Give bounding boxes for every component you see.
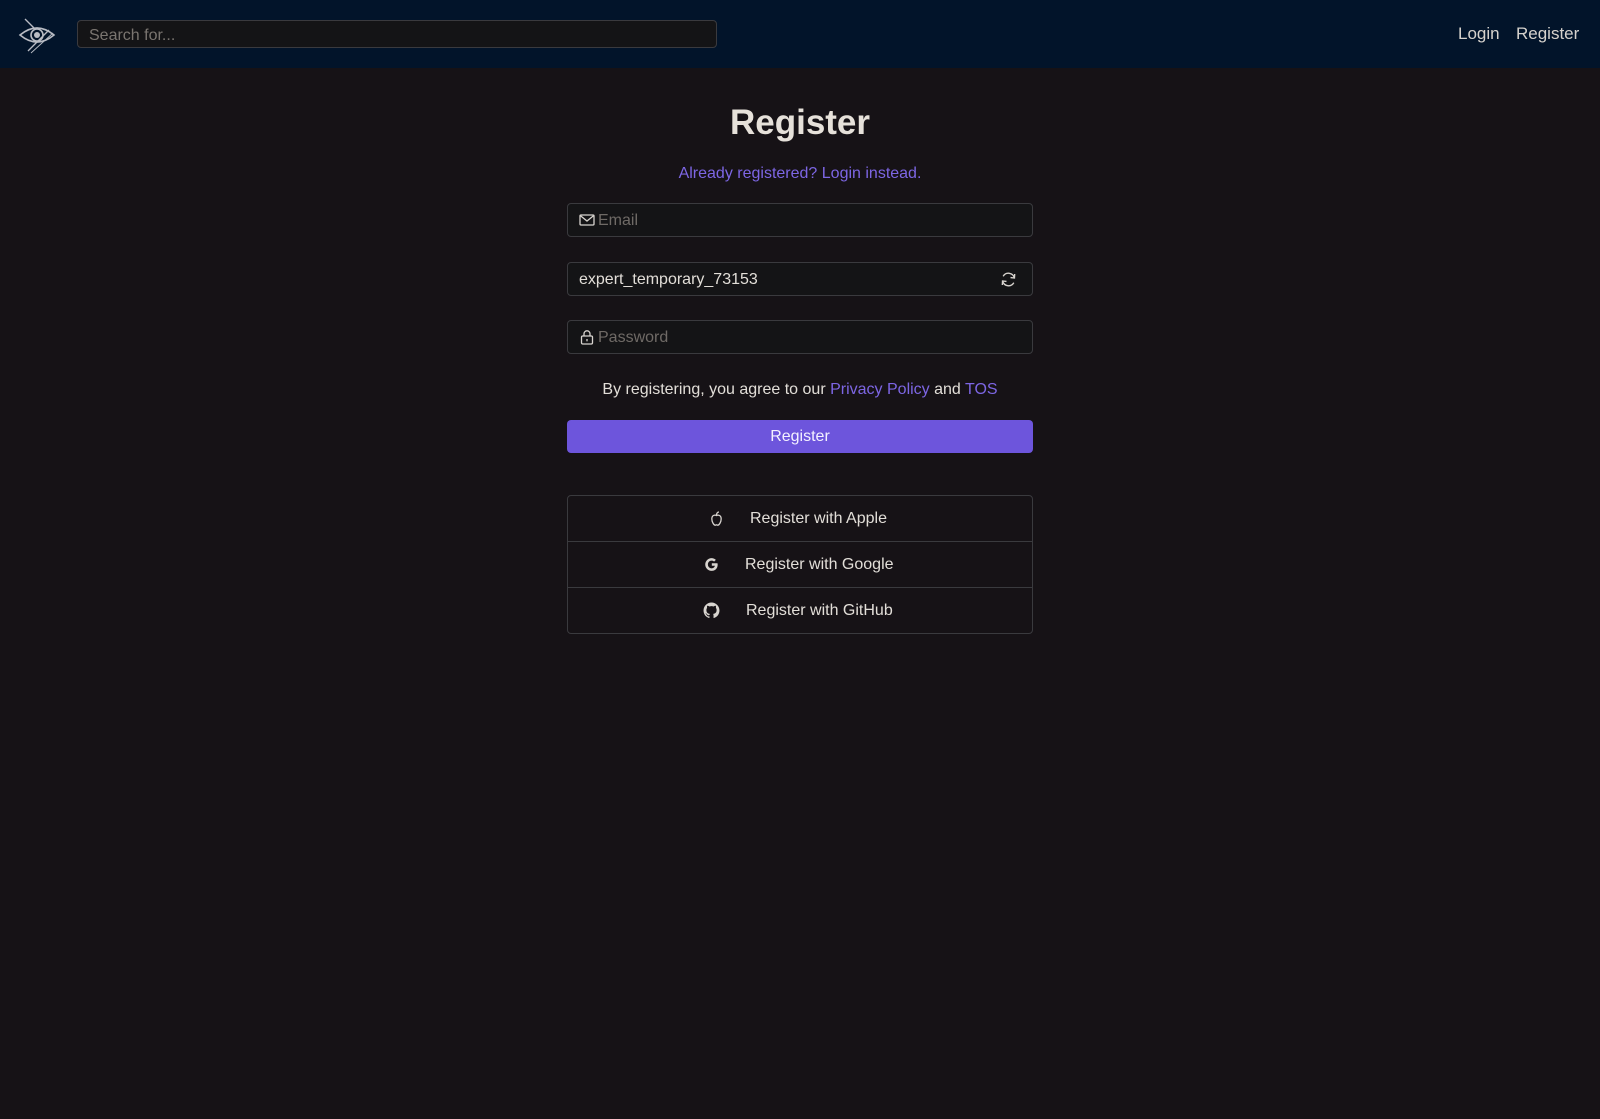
email-field[interactable] bbox=[567, 203, 1033, 237]
refresh-icon[interactable] bbox=[1000, 271, 1017, 288]
password-field[interactable] bbox=[567, 320, 1033, 354]
username-input[interactable] bbox=[579, 263, 992, 295]
terms-and: and bbox=[934, 381, 961, 398]
login-instead-link[interactable]: Already registered? Login instead. bbox=[567, 164, 1033, 184]
github-button-label: Register with GitHub bbox=[746, 602, 893, 619]
tos-link[interactable]: TOS bbox=[965, 381, 998, 398]
eye-logo-icon[interactable] bbox=[17, 15, 57, 55]
password-input[interactable] bbox=[598, 321, 1024, 353]
oauth-buttons: Register with Apple Register with Google… bbox=[567, 495, 1033, 634]
apple-icon bbox=[711, 511, 722, 526]
page-title: Register bbox=[729, 103, 871, 142]
terms-notice: By registering, you agree to our Privacy… bbox=[567, 380, 1033, 400]
register-with-google-button[interactable]: Register with Google bbox=[568, 542, 1032, 588]
top-navbar: Login Register bbox=[0, 0, 1600, 68]
register-with-github-button[interactable]: Register with GitHub bbox=[568, 588, 1032, 633]
envelope-icon bbox=[579, 214, 595, 226]
terms-prefix: By registering, you agree to our bbox=[602, 381, 826, 398]
google-icon bbox=[705, 558, 718, 571]
search-input[interactable] bbox=[77, 20, 717, 48]
apple-button-label: Register with Apple bbox=[750, 510, 887, 527]
lock-icon bbox=[580, 330, 594, 345]
github-icon bbox=[703, 602, 720, 619]
email-input[interactable] bbox=[598, 204, 1024, 236]
register-with-apple-button[interactable]: Register with Apple bbox=[568, 496, 1032, 542]
nav-login-link[interactable]: Login bbox=[1458, 22, 1500, 46]
nav-register-link[interactable]: Register bbox=[1516, 22, 1579, 46]
username-field[interactable] bbox=[567, 262, 1033, 296]
privacy-policy-link[interactable]: Privacy Policy bbox=[830, 381, 930, 398]
register-button[interactable]: Register bbox=[567, 420, 1033, 453]
google-button-label: Register with Google bbox=[745, 556, 894, 573]
